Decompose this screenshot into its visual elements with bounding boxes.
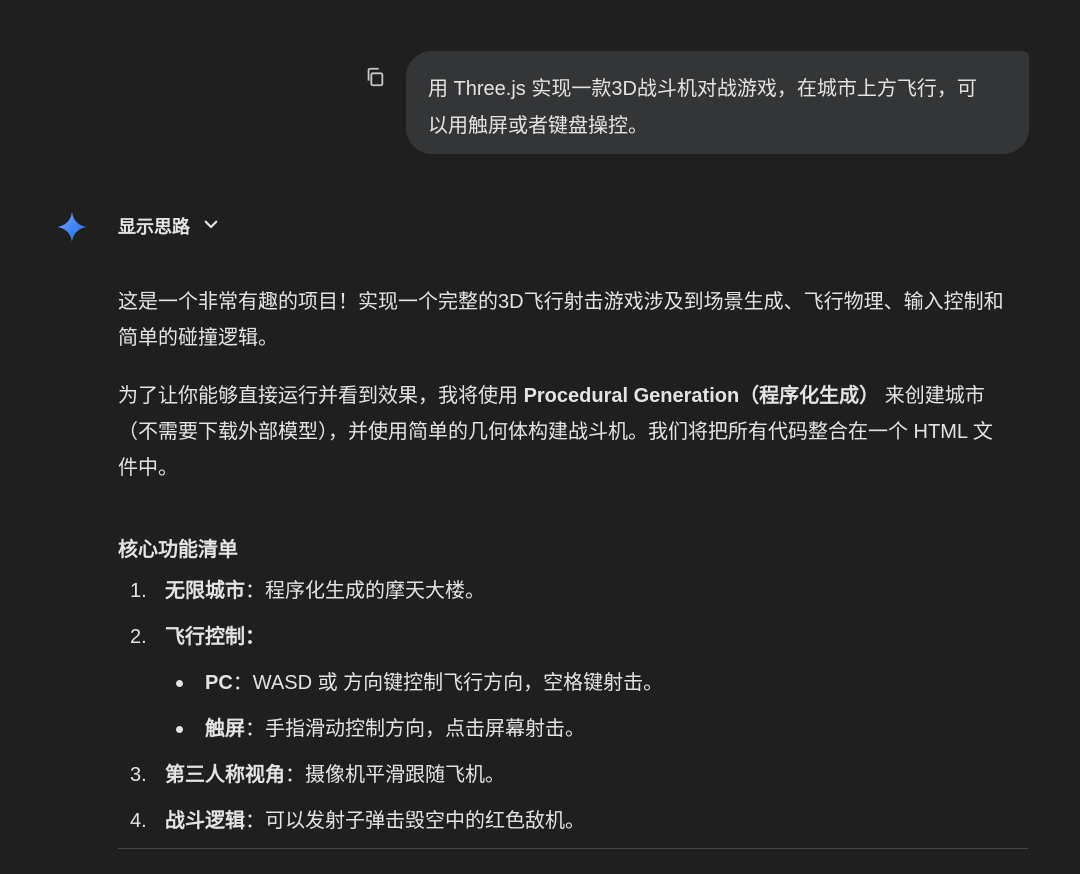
paragraph-intro-line-1: 这是一个非常有趣的项目！实现一个完整的3D飞行射击游戏涉及到场景生成、飞行物理、… [118, 291, 1004, 313]
sub-list-item: 触屏：手指滑动控制方向，点击屏幕射击。 [118, 714, 1030, 760]
list-number: 4. [130, 810, 147, 832]
user-prompt-line-1: 用 Three.js 实现一款3D战斗机对战游戏，在城市上方飞行，可 [428, 78, 977, 100]
list-number: 1. [130, 580, 147, 602]
paragraph-approach-line-3: 件中。 [118, 457, 178, 479]
list-item: 4. 战斗逻辑：可以发射子弹击毁空中的红色敌机。 [118, 806, 1030, 852]
bullet [176, 726, 183, 733]
list-item: 2. 飞行控制： [118, 622, 1030, 668]
paragraph-approach-line-1a: 为了让你能够直接运行并看到效果，我将使用 [118, 385, 524, 407]
list-number: 3. [130, 764, 147, 786]
list-item-text: ：摄像机平滑跟随飞机。 [285, 764, 505, 786]
user-prompt-line-2: 以用触屏或者键盘操控。 [428, 115, 648, 137]
response-body: 这是一个非常有趣的项目！实现一个完整的3D飞行射击游戏涉及到场景生成、飞行物理、… [118, 284, 1030, 852]
paragraph-intro-line-2: 简单的碰撞逻辑。 [118, 327, 278, 349]
divider [118, 848, 1028, 849]
list-item-bold: 飞行控制 [165, 626, 245, 648]
list-number: 2. [130, 626, 147, 648]
show-thinking-toggle[interactable]: 显示思路 [118, 212, 220, 240]
sub-list-item-text: ：WASD 或 方向键控制飞行方向，空格键射击。 [232, 672, 664, 694]
list-item-bold: 第三人称视角 [165, 764, 285, 786]
sub-list-item-text: ：手指滑动控制方向，点击屏幕射击。 [245, 718, 585, 740]
paragraph-approach-line-2: （不需要下载外部模型），并使用简单的几何体构建战斗机。我们将把所有代码整合在一个… [118, 421, 993, 443]
sub-list-item: PC：WASD 或 方向键控制飞行方向，空格键射击。 [118, 668, 1030, 714]
paragraph-intro: 这是一个非常有趣的项目！实现一个完整的3D飞行射击游戏涉及到场景生成、飞行物理、… [118, 284, 1030, 356]
paragraph-approach: 为了让你能够直接运行并看到效果，我将使用 Procedural Generati… [118, 378, 1030, 486]
list-item-bold: 战斗逻辑 [165, 810, 245, 832]
sub-list-item-bold: PC [205, 672, 233, 694]
section-title: 核心功能清单 [118, 539, 238, 561]
chat-page: 用 Three.js 实现一款3D战斗机对战游戏，在城市上方飞行，可 以用触屏或… [0, 0, 1080, 874]
gemini-spark-icon [56, 211, 88, 243]
user-prompt-bubble: 用 Three.js 实现一款3D战斗机对战游戏，在城市上方飞行，可 以用触屏或… [406, 51, 1029, 154]
show-thinking-label: 显示思路 [118, 217, 190, 237]
list-item: 3. 第三人称视角：摄像机平滑跟随飞机。 [118, 760, 1030, 806]
paragraph-approach-line-1b: 来创建城市 [879, 385, 985, 407]
list-item-text: ： [245, 626, 265, 648]
list-item-text: ：可以发射子弹击毁空中的红色敌机。 [245, 810, 585, 832]
list-item-bold: 无限城市 [165, 580, 245, 602]
list-item-text: ：程序化生成的摩天大楼。 [245, 580, 485, 602]
bullet [176, 680, 183, 687]
chevron-down-icon [202, 215, 220, 238]
sub-list-item-bold: 触屏 [205, 718, 245, 740]
copy-icon[interactable] [364, 66, 386, 88]
list-item: 1. 无限城市：程序化生成的摩天大楼。 [118, 576, 1030, 622]
procedural-generation-bold: Procedural Generation（程序化生成） [523, 385, 880, 407]
